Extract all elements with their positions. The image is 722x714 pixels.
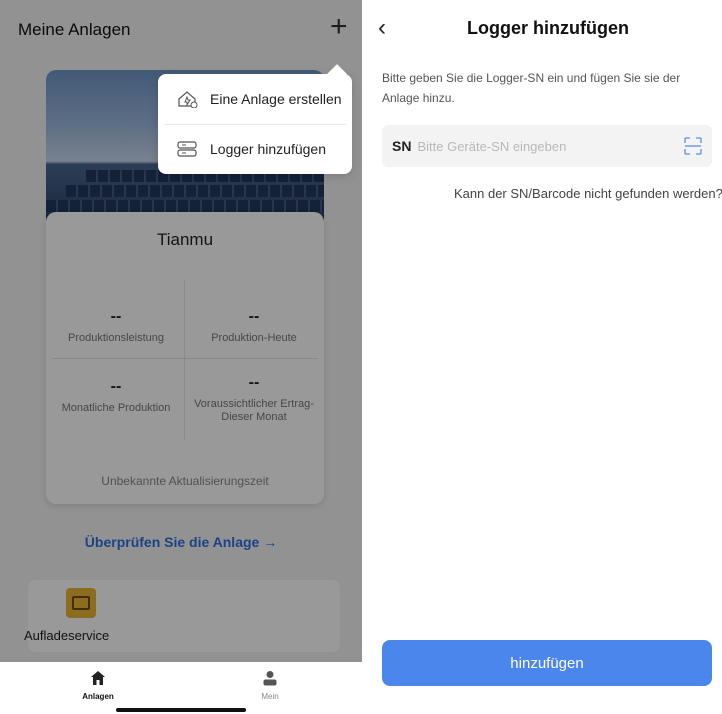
menu-item-create-plant[interactable]: Eine Anlage erstellen (158, 74, 352, 124)
page-title: Logger hinzufügen (467, 18, 629, 38)
sn-field[interactable]: SN (382, 125, 712, 167)
person-icon (263, 671, 277, 686)
home-icon (91, 671, 105, 685)
logger-icon (177, 141, 197, 157)
add-button[interactable]: hinzufügen (382, 640, 712, 686)
menu-item-add-logger[interactable]: Logger hinzufügen (158, 124, 352, 174)
add-logger-screen: ‹ Logger hinzufügen Bitte geben Sie die … (362, 0, 722, 714)
home-indicator (116, 708, 246, 712)
menu-item-label: Logger hinzufügen (210, 141, 326, 157)
sn-not-found-link[interactable]: Kann der SN/Barcode nicht gefunden werde… (454, 186, 722, 201)
tab-bar: Anlagen Mein (0, 662, 362, 714)
tab-label: Mein (261, 692, 279, 701)
instruction-text: Bitte geben Sie die Logger-SN ein und fü… (382, 71, 681, 105)
scan-icon[interactable] (684, 137, 702, 155)
house-add-icon (178, 91, 198, 108)
menu-item-label: Eine Anlage erstellen (210, 91, 342, 107)
my-plants-screen: Meine Anlagen + Tianmu -- Produktionslei… (0, 0, 362, 714)
tab-plants[interactable]: Anlagen (58, 670, 138, 701)
tab-label: Anlagen (82, 692, 114, 701)
tab-mine[interactable]: Mein (230, 670, 310, 701)
sn-input[interactable] (415, 137, 660, 155)
sn-label: SN (392, 138, 412, 154)
add-menu-popup: Eine Anlage erstellen Logger hinzufügen (158, 64, 352, 174)
